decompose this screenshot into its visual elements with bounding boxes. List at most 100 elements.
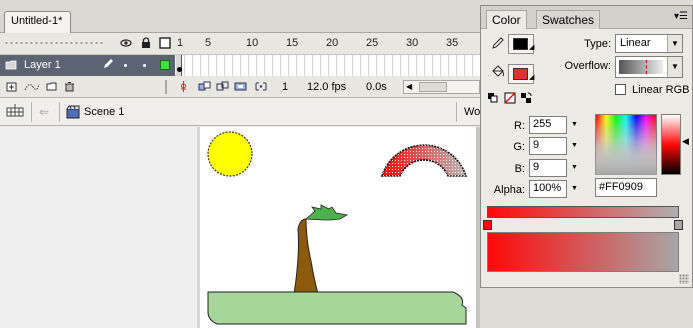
keyframe[interactable] [176,55,182,76]
hex-input[interactable]: #FF0909 [595,178,657,197]
linear-rgb-checkbox[interactable] [615,84,626,95]
default-colors-icon[interactable] [487,92,499,107]
visibility-dot[interactable] [124,64,127,67]
back-arrow-icon[interactable]: ⇐ [39,105,49,119]
fill-color-button[interactable]: ◢ [508,64,534,84]
frame-number: 20 [326,37,339,49]
document-tab-title: Untitled-1* [11,15,63,27]
timeline-toggle-icon[interactable] [6,104,24,123]
elapsed-time: 0.0s [366,81,387,93]
tab-color[interactable]: Color [486,10,527,29]
alpha-label: Alpha: [493,184,525,196]
color-panel: Color Swatches ▾☰ ◢ ◢ Type: Linear ▼ Ove… [480,5,693,288]
frame-rate[interactable]: 12.0 fps [307,81,346,93]
chevron-down-icon: ◢ [529,44,535,51]
layer-name: Layer 1 [24,59,61,71]
r-label: R: [514,120,525,132]
panel-tab-bar: Color Swatches ▾☰ [481,6,692,29]
tab-color-label: Color [492,13,521,27]
footer-divider [165,80,167,94]
chevron-down-icon: ▼ [667,57,682,77]
lock-dot[interactable] [143,64,146,67]
center-frame-icon[interactable] [178,81,189,92]
pencil-icon [102,58,114,73]
keyframe-dot [177,67,182,72]
r-stepper-icon[interactable]: ▼ [569,117,580,133]
insert-layer-icon[interactable] [6,81,17,92]
panel-menu-icon[interactable]: ▾☰ [674,11,688,24]
onion-skin-outlines-icon[interactable] [216,81,230,92]
sun-shape[interactable] [207,131,253,177]
g-stepper-icon[interactable]: ▼ [569,138,580,154]
overflow-select[interactable]: ▼ [615,56,683,78]
frame-number: 10 [246,37,259,49]
document-tab[interactable]: Untitled-1* [4,11,71,33]
gradient-definition-bar[interactable] [487,206,679,218]
timeline-header: 1 5 10 15 20 25 30 35 [0,33,480,55]
frame-number: 15 [286,37,299,49]
lock-icon[interactable] [140,37,152,49]
frame-ruler[interactable]: 1 5 10 15 20 25 30 35 [172,33,480,55]
timeline-horizontal-scrollbar[interactable]: ◀ [403,80,480,94]
document-tab-strip: Untitled-1* [0,0,480,33]
pencil-icon [491,36,505,53]
frame-number: 5 [205,37,212,49]
editbar-divider [31,102,32,122]
scene-icon [66,105,80,122]
b-input[interactable]: 9 [529,159,567,177]
scroll-thumb[interactable] [419,82,447,92]
timeline-panel: 1 5 10 15 20 25 30 35 Layer 1 1 12.0 fps… [0,33,480,99]
swap-colors-icon[interactable] [520,92,532,107]
paint-bucket-icon [490,64,505,82]
frame-number: 35 [446,37,459,49]
timeline-grip[interactable] [4,41,104,45]
edit-multiple-frames-icon[interactable] [234,81,248,92]
overflow-label: Overflow: [564,60,611,72]
fill-color-chip [513,68,528,80]
stage[interactable] [200,127,476,328]
chevron-down-icon: ◢ [529,74,535,81]
chevron-down-icon: ▼ [667,35,682,52]
panel-resize-grip[interactable] [679,274,689,284]
frame-number: 25 [366,37,379,49]
alpha-input[interactable]: 100% [529,180,567,198]
lightness-slider[interactable] [661,114,681,175]
gradient-stop-end[interactable] [674,220,683,230]
folder-icon[interactable] [46,81,57,92]
stroke-color-button[interactable]: ◢ [508,34,534,54]
trash-icon[interactable] [64,81,75,92]
outline-icon[interactable] [159,37,171,49]
timeline-footer: 1 12.0 fps 0.0s ◀ [0,76,480,98]
r-input[interactable]: 255 [529,116,567,134]
stage-area[interactable] [0,127,476,328]
onion-skin-icon[interactable] [198,81,212,92]
layer-row[interactable]: Layer 1 [0,55,480,76]
scene-label[interactable]: Scene 1 [84,106,124,118]
alpha-stepper-icon[interactable]: ▼ [569,181,580,197]
ground-shape[interactable] [207,291,467,325]
edit-bar: ⇐ Scene 1 Wo [0,99,480,126]
layer-name-cell[interactable]: Layer 1 [0,55,175,76]
layer-frames[interactable] [176,55,480,76]
motion-guide-icon[interactable] [24,81,40,92]
no-color-icon[interactable] [504,92,516,107]
lightness-pointer-icon[interactable]: ◀ [682,136,689,147]
layer-outline-color[interactable] [160,60,170,70]
tab-swatches[interactable]: Swatches [536,10,601,29]
overflow-marker [646,60,647,74]
modify-onion-markers-icon[interactable] [254,81,268,92]
editbar-divider [456,102,457,122]
rainbow-arc-shape[interactable] [380,144,468,177]
current-frame: 1 [282,81,289,93]
tree-shape[interactable] [293,204,349,295]
workspace-label[interactable]: Wo [464,106,480,118]
type-select[interactable]: Linear ▼ [615,34,683,53]
g-input[interactable]: 9 [529,137,567,155]
scroll-left-icon[interactable]: ◀ [406,82,412,91]
b-stepper-icon[interactable]: ▼ [569,160,580,176]
b-label: B: [514,163,525,175]
g-value: 9 [533,139,540,151]
eye-icon[interactable] [120,37,132,49]
gradient-stop-start[interactable] [483,220,492,230]
linear-rgb-label: Linear RGB [632,84,690,96]
